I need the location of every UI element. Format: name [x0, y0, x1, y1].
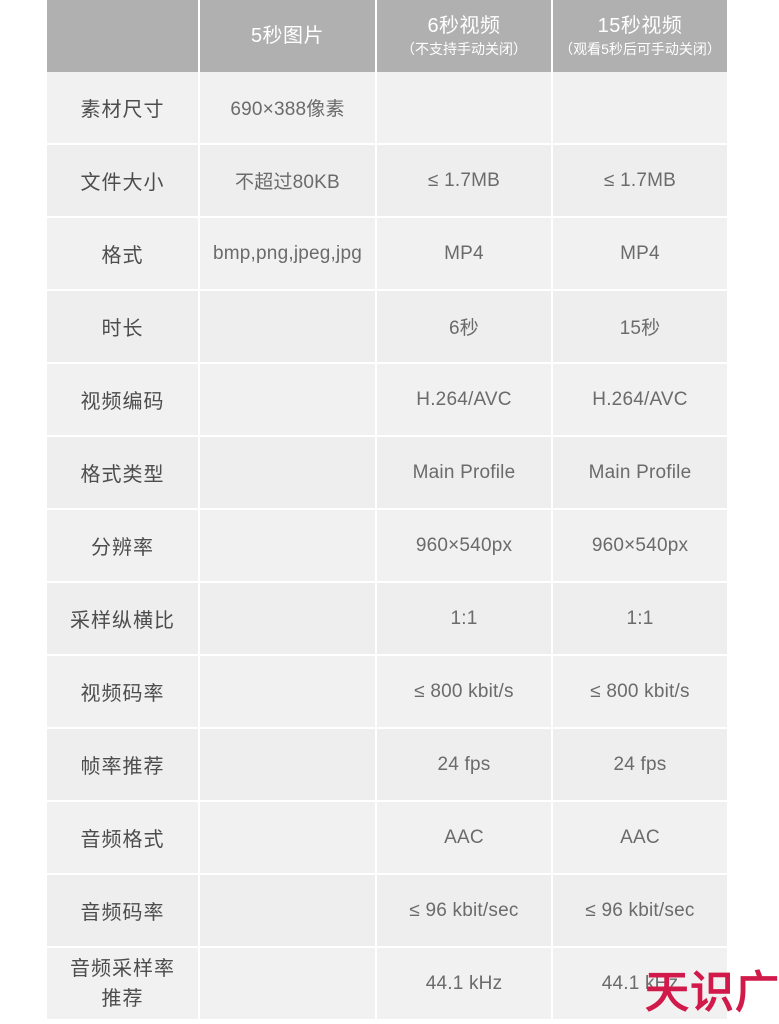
- cell-image5s: [200, 510, 377, 583]
- header-subtitle-video15s: （观看5秒后可手动关闭）: [559, 41, 721, 57]
- row-label: 采样纵横比: [47, 583, 200, 656]
- row-label: 格式: [47, 218, 200, 291]
- cell-video6s: 44.1 kHz: [377, 948, 553, 1021]
- cell-video6s: ≤ 96 kbit/sec: [377, 875, 553, 948]
- cell-video15s: Main Profile: [553, 437, 727, 510]
- table-row: 采样纵横比 1:1 1:1: [47, 583, 727, 656]
- cell-image5s: [200, 656, 377, 729]
- cell-video15s: AAC: [553, 802, 727, 875]
- cell-video6s: 24 fps: [377, 729, 553, 802]
- table-header: 5秒图片 6秒视频 （不支持手动关闭） 15秒视频 （观看5秒后可手动关闭）: [47, 0, 727, 72]
- row-label-line1: 音频采样率: [70, 957, 175, 980]
- cell-video15s: [553, 72, 727, 145]
- cell-image5s: [200, 948, 377, 1021]
- row-label: 音频采样率 推荐: [47, 948, 200, 1021]
- cell-video15s: ≤ 800 kbit/s: [553, 656, 727, 729]
- cell-image5s: [200, 802, 377, 875]
- table-row: 文件大小 不超过80KB ≤ 1.7MB ≤ 1.7MB: [47, 145, 727, 218]
- table-row: 音频采样率 推荐 44.1 kHz 44.1 kHz: [47, 948, 727, 1021]
- row-label: 视频码率: [47, 656, 200, 729]
- table-row: 格式类型 Main Profile Main Profile: [47, 437, 727, 510]
- header-cell-video15s: 15秒视频 （观看5秒后可手动关闭）: [553, 0, 727, 72]
- table-row: 音频格式 AAC AAC: [47, 802, 727, 875]
- table-row: 时长 6秒 15秒: [47, 291, 727, 364]
- cell-video6s: 960×540px: [377, 510, 553, 583]
- cell-video6s: 1:1: [377, 583, 553, 656]
- cell-image5s: [200, 364, 377, 437]
- cell-video6s: MP4: [377, 218, 553, 291]
- header-cell-image5s: 5秒图片: [200, 0, 377, 72]
- table-row: 帧率推荐 24 fps 24 fps: [47, 729, 727, 802]
- cell-image5s: [200, 437, 377, 510]
- header-title-image5s: 5秒图片: [250, 25, 325, 47]
- row-label: 素材尺寸: [47, 72, 200, 145]
- cell-video15s: 15秒: [553, 291, 727, 364]
- cell-video6s: AAC: [377, 802, 553, 875]
- cell-image5s: 690×388像素: [200, 72, 377, 145]
- cell-video6s: ≤ 800 kbit/s: [377, 656, 553, 729]
- row-label: 帧率推荐: [47, 729, 200, 802]
- header-row: 5秒图片 6秒视频 （不支持手动关闭） 15秒视频 （观看5秒后可手动关闭）: [47, 0, 727, 72]
- cell-video15s: H.264/AVC: [553, 364, 727, 437]
- header-subtitle-video6s: （不支持手动关闭）: [401, 41, 527, 57]
- table-row: 格式 bmp,png,jpeg,jpg MP4 MP4: [47, 218, 727, 291]
- cell-video15s: ≤ 1.7MB: [553, 145, 727, 218]
- cell-video6s: H.264/AVC: [377, 364, 553, 437]
- cell-image5s: 不超过80KB: [200, 145, 377, 218]
- row-label: 音频码率: [47, 875, 200, 948]
- table-row: 素材尺寸 690×388像素: [47, 72, 727, 145]
- watermark: 天识广告: [645, 967, 779, 1018]
- cell-video15s: MP4: [553, 218, 727, 291]
- header-cell-spec: [47, 0, 200, 72]
- cell-video15s: 960×540px: [553, 510, 727, 583]
- cell-image5s: [200, 729, 377, 802]
- header-cell-video6s: 6秒视频 （不支持手动关闭）: [377, 0, 553, 72]
- cell-video6s: Main Profile: [377, 437, 553, 510]
- row-label: 文件大小: [47, 145, 200, 218]
- cell-image5s: [200, 583, 377, 656]
- row-label: 分辨率: [47, 510, 200, 583]
- row-label: 时长: [47, 291, 200, 364]
- cell-video6s: ≤ 1.7MB: [377, 145, 553, 218]
- cell-image5s: bmp,png,jpeg,jpg: [200, 218, 377, 291]
- table-row: 音频码率 ≤ 96 kbit/sec ≤ 96 kbit/sec: [47, 875, 727, 948]
- ad-spec-table: 5秒图片 6秒视频 （不支持手动关闭） 15秒视频 （观看5秒后可手动关闭） 素…: [47, 0, 727, 1021]
- table-body: 素材尺寸 690×388像素 文件大小 不超过80KB ≤ 1.7MB ≤ 1.7MB 格式…: [47, 72, 727, 1021]
- table-row: 分辨率 960×540px 960×540px: [47, 510, 727, 583]
- table-row: 视频编码 H.264/AVC H.264/AVC: [47, 364, 727, 437]
- cell-video6s: [377, 72, 553, 145]
- header-title-video15s: 15秒视频: [597, 15, 683, 37]
- header-title-video6s: 6秒视频: [427, 15, 501, 37]
- cell-image5s: [200, 291, 377, 364]
- row-label: 音频格式: [47, 802, 200, 875]
- cell-video6s: 6秒: [377, 291, 553, 364]
- cell-video15s: 1:1: [553, 583, 727, 656]
- table-row: 视频码率 ≤ 800 kbit/s ≤ 800 kbit/s: [47, 656, 727, 729]
- row-label-line2: 推荐: [101, 987, 144, 1010]
- row-label: 格式类型: [47, 437, 200, 510]
- cell-image5s: [200, 875, 377, 948]
- cell-video15s: ≤ 96 kbit/sec: [553, 875, 727, 948]
- cell-video15s: 24 fps: [553, 729, 727, 802]
- row-label: 视频编码: [47, 364, 200, 437]
